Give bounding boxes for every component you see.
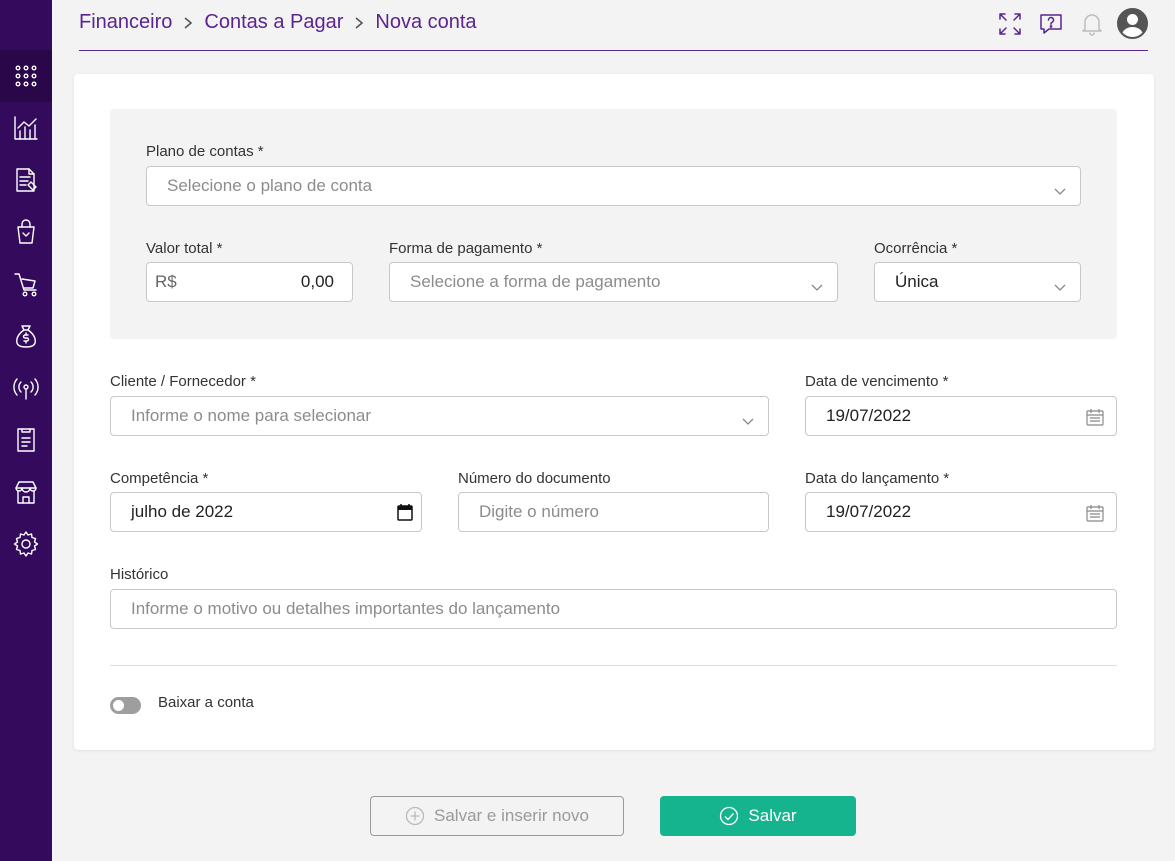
chevron-down-icon <box>1054 181 1066 195</box>
help-button[interactable] <box>1036 9 1066 39</box>
apps-grid-icon <box>15 65 37 87</box>
chart-icon <box>14 116 38 140</box>
valor-input[interactable]: R$ 0,00 <box>146 262 353 302</box>
sidebar-item-store[interactable] <box>0 466 52 518</box>
calendar-icon[interactable] <box>1085 407 1105 427</box>
chevron-down-icon <box>1054 277 1066 291</box>
forma-placeholder: Selecione a forma de pagamento <box>410 272 661 291</box>
forma-label: Forma de pagamento * <box>389 240 543 257</box>
plano-select[interactable]: Selecione o plano de conta <box>146 166 1081 206</box>
document-edit-icon <box>16 168 37 192</box>
forma-select[interactable]: Selecione a forma de pagamento <box>389 262 838 302</box>
competencia-month-input[interactable]: julho de 2022 <box>110 492 422 532</box>
sidebar <box>0 0 52 861</box>
competencia-value: julho de 2022 <box>131 502 234 521</box>
lancamento-value: 19/07/2022 <box>826 502 912 521</box>
sidebar-item-documents[interactable] <box>0 154 52 206</box>
chevron-right-icon <box>183 13 193 33</box>
currency-prefix: R$ <box>155 272 177 291</box>
save-label: Salvar <box>748 806 797 825</box>
plano-label: Plano de contas * <box>146 143 264 160</box>
money-bag-icon <box>16 325 36 348</box>
sidebar-item-reports[interactable] <box>0 414 52 466</box>
historico-input[interactable]: Informe o motivo ou detalhes importantes… <box>110 589 1117 629</box>
cart-icon <box>14 273 37 297</box>
sidebar-item-settings[interactable] <box>0 518 52 570</box>
sidebar-item-products[interactable] <box>0 206 52 258</box>
ocorrencia-label: Ocorrência * <box>874 240 958 257</box>
lancamento-date-input[interactable]: 19/07/2022 <box>805 492 1117 532</box>
cliente-label: Cliente / Fornecedor * <box>110 373 256 390</box>
help-chat-icon <box>1040 13 1062 34</box>
check-circle-icon <box>720 806 739 826</box>
save-button[interactable]: Salvar <box>660 796 856 836</box>
historico-label: Histórico <box>110 566 169 583</box>
calendar-icon[interactable] <box>397 503 413 521</box>
store-icon <box>15 481 37 504</box>
sidebar-item-apps[interactable] <box>0 50 52 102</box>
chevron-down-icon <box>811 277 823 291</box>
settings-icon <box>13 531 39 557</box>
plano-placeholder: Selecione o plano de conta <box>167 176 373 195</box>
chevron-right-icon <box>354 13 364 33</box>
sidebar-item-sales[interactable] <box>0 258 52 310</box>
breadcrumb: Financeiro Contas a Pagar Nova conta <box>79 11 477 34</box>
fullscreen-button[interactable] <box>995 9 1025 39</box>
calendar-icon[interactable] <box>1085 503 1105 523</box>
broadcast-icon <box>13 378 39 400</box>
divider <box>110 665 1117 666</box>
valor-label: Valor total * <box>146 240 223 257</box>
baixar-label: Baixar a conta <box>158 694 254 711</box>
sidebar-item-broadcast[interactable] <box>0 362 52 414</box>
numero-placeholder: Digite o número <box>479 502 600 521</box>
shopping-bag-icon <box>17 219 35 244</box>
toggle-knob <box>113 700 124 711</box>
top-actions <box>984 8 1148 39</box>
plus-circle-icon <box>405 806 425 826</box>
sidebar-item-financial[interactable] <box>0 310 52 362</box>
save-and-new-label: Salvar e inserir novo <box>434 806 589 825</box>
numero-input[interactable]: Digite o número <box>458 492 769 532</box>
report-icon <box>17 428 35 452</box>
ocorrencia-select[interactable]: Única <box>874 262 1081 302</box>
baixar-toggle[interactable] <box>110 697 141 714</box>
breadcrumb-contas-a-pagar[interactable]: Contas a Pagar <box>204 11 343 34</box>
notifications-button[interactable] <box>1077 9 1107 39</box>
cliente-placeholder: Informe o nome para selecionar <box>131 406 372 425</box>
user-avatar-icon[interactable] <box>1117 8 1148 39</box>
top-bar: Financeiro Contas a Pagar Nova conta <box>79 0 1148 51</box>
save-and-new-button[interactable]: Salvar e inserir novo <box>370 796 624 836</box>
bell-icon <box>1082 13 1102 36</box>
fullscreen-icon <box>999 12 1021 35</box>
form-card: Plano de contas * Selecione o plano de c… <box>74 74 1154 750</box>
chevron-down-icon <box>742 411 754 425</box>
competencia-label: Competência * <box>110 470 209 487</box>
cliente-select[interactable]: Informe o nome para selecionar <box>110 396 769 436</box>
breadcrumb-financeiro[interactable]: Financeiro <box>79 11 172 34</box>
lancamento-label: Data do lançamento * <box>805 470 950 487</box>
vencimento-value: 19/07/2022 <box>826 406 912 425</box>
breadcrumb-nova-conta: Nova conta <box>375 11 477 33</box>
historico-placeholder: Informe o motivo ou detalhes importantes… <box>131 599 561 618</box>
ocorrencia-value: Única <box>895 272 939 291</box>
sidebar-item-dashboard[interactable] <box>0 102 52 154</box>
vencimento-label: Data de vencimento * <box>805 373 949 390</box>
numero-label: Número do documento <box>458 470 611 487</box>
vencimento-date-input[interactable]: 19/07/2022 <box>805 396 1117 436</box>
valor-value: 0,00 <box>300 272 334 291</box>
